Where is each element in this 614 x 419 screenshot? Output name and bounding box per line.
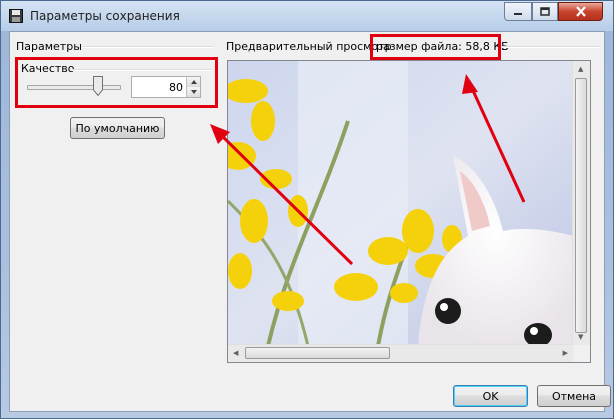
default-button[interactable]: По умолчанию bbox=[70, 117, 165, 139]
minimize-button[interactable] bbox=[504, 2, 532, 21]
scroll-right-icon[interactable]: ▶ bbox=[563, 349, 568, 357]
maximize-button[interactable] bbox=[532, 2, 558, 21]
scroll-up-icon[interactable]: ▲ bbox=[578, 65, 583, 73]
quality-separator bbox=[72, 69, 212, 71]
minimize-icon bbox=[514, 12, 522, 15]
horizontal-scrollbar[interactable]: ◀ ▶ bbox=[228, 344, 573, 362]
scroll-left-icon[interactable]: ◀ bbox=[233, 349, 238, 357]
preview-label: Предварительный просмотр bbox=[226, 40, 392, 53]
window-title: Параметры сохранения bbox=[30, 9, 180, 23]
dialog-body: Параметры Качество 80 По умолчанию Предв… bbox=[9, 31, 611, 412]
quality-slider-thumb[interactable] bbox=[92, 76, 103, 96]
cancel-button[interactable]: Отмена bbox=[537, 385, 611, 407]
spin-up-button[interactable] bbox=[186, 77, 200, 87]
quality-label: Качество bbox=[21, 62, 75, 75]
image-preview[interactable]: ▲ ▼ ◀ ▶ bbox=[227, 60, 591, 363]
params-separator bbox=[82, 46, 214, 48]
scroll-corner bbox=[573, 345, 590, 362]
arrow-up-icon bbox=[190, 80, 197, 84]
floppy-disk-icon bbox=[9, 9, 23, 23]
vertical-scrollbar[interactable]: ▲ ▼ bbox=[572, 61, 590, 345]
preview-image bbox=[228, 61, 574, 346]
title-bar[interactable]: Параметры сохранения bbox=[1, 1, 613, 31]
vertical-scroll-thumb[interactable] bbox=[575, 78, 587, 333]
spin-down-button[interactable] bbox=[186, 87, 200, 97]
close-button[interactable] bbox=[558, 2, 603, 21]
ok-button[interactable]: OK bbox=[453, 385, 528, 407]
params-section-label: Параметры bbox=[16, 40, 82, 53]
arrow-down-icon bbox=[190, 90, 197, 94]
quality-value: 80 bbox=[169, 81, 183, 94]
quality-slider-track[interactable] bbox=[27, 85, 121, 90]
horizontal-scroll-thumb[interactable] bbox=[245, 347, 390, 359]
close-icon bbox=[575, 6, 586, 17]
quality-spinbox[interactable]: 80 bbox=[131, 76, 201, 98]
file-size-highlight-box bbox=[370, 34, 501, 60]
maximize-icon bbox=[540, 7, 550, 16]
scroll-down-icon[interactable]: ▼ bbox=[578, 333, 583, 341]
save-options-window: Параметры сохранения Параметры Качество … bbox=[0, 0, 614, 419]
preview-separator bbox=[502, 46, 600, 48]
